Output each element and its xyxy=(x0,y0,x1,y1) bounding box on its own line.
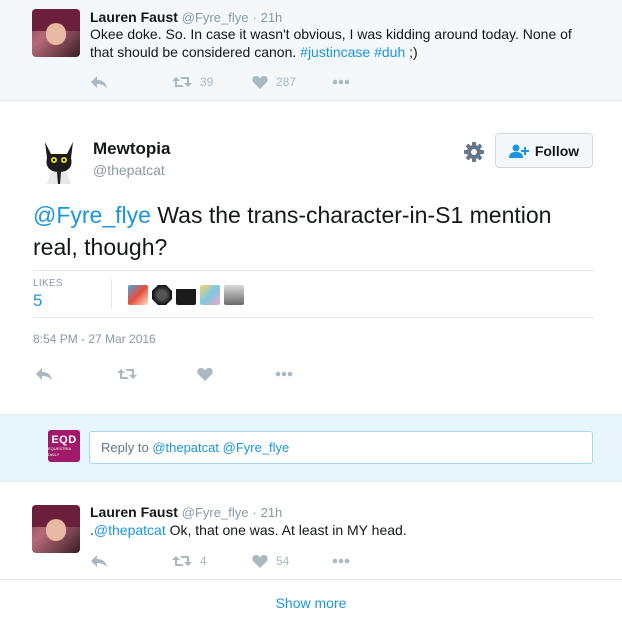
tweet-actions: 4 54 xyxy=(90,551,350,571)
liker-avatar[interactable] xyxy=(176,285,196,305)
liker-avatar[interactable] xyxy=(152,285,172,305)
hashtag-link[interactable]: #justincase xyxy=(300,44,370,60)
reply-button[interactable] xyxy=(90,554,172,568)
heart-icon xyxy=(252,555,268,568)
tweet-text: Okee doke. So. In case it wasn't obvious… xyxy=(90,25,590,61)
tweet-text: @Fyre_flye Was the trans-character-in-S1… xyxy=(33,199,593,263)
retweet-button[interactable]: 4 xyxy=(172,554,252,568)
avatar[interactable] xyxy=(32,505,80,553)
retweet-count: 4 xyxy=(200,554,207,568)
heart-icon xyxy=(252,76,268,89)
reply-input[interactable]: Reply to @thepatcat @Fyre_flye xyxy=(89,431,593,464)
liker-avatars xyxy=(128,285,244,305)
tweet-header: Lauren Faust @Fyre_flye · 21h xyxy=(90,504,282,520)
more-button[interactable] xyxy=(275,371,293,377)
mention-link[interactable]: @Fyre_flye xyxy=(33,202,151,228)
tweet-text-body: Ok, that one was. At least in MY head. xyxy=(165,522,407,538)
tweet-stats: LIKES 5 xyxy=(33,270,594,318)
avatar[interactable] xyxy=(32,9,80,57)
likes-count[interactable]: 5 xyxy=(33,291,42,311)
reply-placeholder-prefix: Reply to xyxy=(101,440,153,455)
mention-link[interactable]: @thepatcat xyxy=(94,522,166,538)
like-button[interactable]: 287 xyxy=(252,75,332,89)
likes-label: LIKES xyxy=(33,278,63,289)
follow-person-icon xyxy=(508,144,529,158)
separator-dot: · xyxy=(252,10,257,25)
more-button[interactable] xyxy=(332,79,350,85)
reply-button[interactable] xyxy=(35,367,117,381)
author-name[interactable]: Lauren Faust xyxy=(90,9,178,25)
tweet-timestamp[interactable]: 8:54 PM - 27 Mar 2016 xyxy=(33,332,156,346)
heart-icon xyxy=(197,368,213,381)
liker-avatar[interactable] xyxy=(200,285,220,305)
retweet-count: 39 xyxy=(200,75,214,89)
tweet-actions xyxy=(35,364,293,384)
more-icon xyxy=(332,79,350,85)
retweet-button[interactable]: 39 xyxy=(172,75,252,89)
retweet-icon xyxy=(172,556,192,566)
reply-button[interactable] xyxy=(90,75,172,89)
like-button[interactable]: 54 xyxy=(252,554,332,568)
stats-divider xyxy=(111,279,112,309)
tweet-time[interactable]: 21h xyxy=(261,10,283,25)
reply-icon xyxy=(91,76,107,88)
author-handle[interactable]: @thepatcat xyxy=(93,162,165,178)
mention-link: @thepatcat xyxy=(152,440,219,455)
more-button[interactable] xyxy=(332,558,350,564)
gear-icon[interactable] xyxy=(464,142,484,162)
reply-icon xyxy=(36,368,52,380)
hashtag-link[interactable]: #duh xyxy=(374,44,405,60)
tweet-actions: 39 287 xyxy=(90,72,350,92)
follow-label: Follow xyxy=(534,142,580,159)
tweet-time[interactable]: 21h xyxy=(261,505,283,520)
tweet-header: Lauren Faust @Fyre_flye · 21h xyxy=(90,9,282,25)
show-more-link[interactable]: Show more xyxy=(0,580,622,617)
author-handle[interactable]: @Fyre_flye xyxy=(182,505,249,520)
liker-avatar[interactable] xyxy=(224,285,244,305)
like-count: 54 xyxy=(276,554,290,568)
like-count: 287 xyxy=(276,75,297,89)
author-name[interactable]: Lauren Faust xyxy=(90,504,178,520)
author-handle[interactable]: @Fyre_flye xyxy=(182,10,249,25)
retweet-icon xyxy=(117,369,137,379)
liker-avatar[interactable] xyxy=(128,285,148,305)
like-button[interactable] xyxy=(197,367,275,381)
logo-text: EQD xyxy=(51,433,77,446)
logo-subtext: EQUESTRIA DAILY xyxy=(48,445,71,457)
retweet-icon xyxy=(172,77,192,87)
more-icon xyxy=(332,558,350,564)
separator-dot: · xyxy=(252,505,257,520)
user-avatar[interactable]: EQD EQUESTRIA DAILY xyxy=(48,430,80,462)
tweet-text-tail: ;) xyxy=(405,44,418,60)
reply-icon xyxy=(91,555,107,567)
retweet-button[interactable] xyxy=(117,367,197,381)
more-icon xyxy=(275,371,293,377)
tweet-text: .@thepatcat Ok, that one was. At least i… xyxy=(90,521,590,539)
mention-link: @Fyre_flye xyxy=(222,440,290,455)
avatar[interactable] xyxy=(33,132,85,184)
follow-button[interactable]: Follow xyxy=(495,133,593,168)
author-name[interactable]: Mewtopia xyxy=(93,139,170,159)
